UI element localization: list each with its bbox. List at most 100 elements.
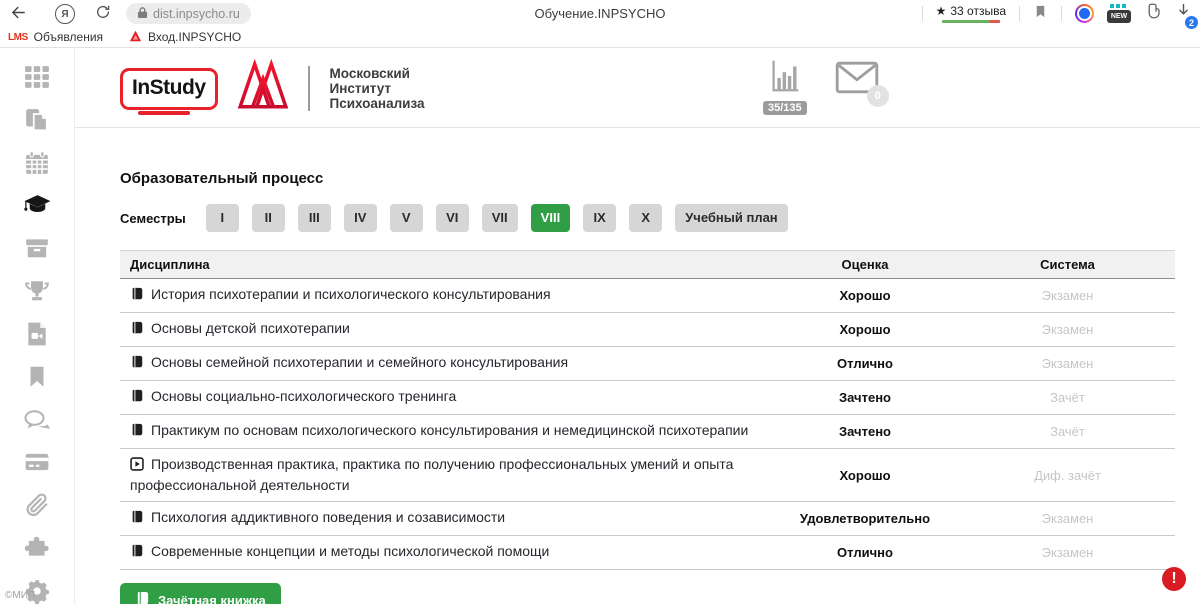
archive-box-icon[interactable] <box>24 235 51 262</box>
downloads-badge: 2 <box>1185 16 1198 29</box>
mip-triangle-favicon <box>129 30 142 45</box>
bookmark-inpsycho[interactable]: Вход.INPSYCHO <box>129 30 241 45</box>
grade-cell: Удовлетворительно <box>770 502 960 536</box>
book-icon <box>130 390 144 406</box>
col-grade: Оценка <box>770 251 960 279</box>
discipline-cell[interactable]: Основы семейной психотерапии и семейного… <box>120 347 770 381</box>
book-icon <box>130 511 144 527</box>
gradebook-button[interactable]: Зачётная книжка <box>120 583 281 604</box>
extensions-puzzle-icon[interactable] <box>24 534 51 561</box>
error-notification-icon[interactable]: ! <box>1162 567 1186 591</box>
bookmarks-bar: LMS Объявления Вход.INPSYCHO <box>0 27 1200 48</box>
page-tab-title: Обучение.INPSYCHO <box>300 6 900 21</box>
back-icon[interactable] <box>10 4 27 21</box>
bar-chart-icon <box>764 57 806 100</box>
book-icon <box>135 591 150 604</box>
discipline-cell[interactable]: Производственная практика, практика по п… <box>120 449 770 502</box>
institute-name: Московский Институт Психоанализа <box>330 66 425 111</box>
col-discipline: Дисциплина <box>120 251 770 279</box>
education-icon[interactable] <box>24 192 51 219</box>
table-row: Основы социально-психологического тренин… <box>120 381 1175 415</box>
progress-stats-button[interactable]: 35/135 <box>763 57 807 115</box>
site-header: InStudy Мос <box>75 48 1200 128</box>
table-row: История психотерапии и психологического … <box>120 279 1175 313</box>
glove-icon[interactable] <box>1144 2 1162 25</box>
awards-trophy-icon[interactable] <box>24 278 51 305</box>
messages-icon[interactable] <box>24 406 51 433</box>
apps-grid-icon[interactable] <box>24 64 51 91</box>
instudy-logo[interactable]: InStudy <box>120 68 218 110</box>
book-icon <box>130 322 144 338</box>
grade-cell: Зачтено <box>770 415 960 449</box>
discipline-cell[interactable]: История психотерапии и психологического … <box>120 279 770 313</box>
system-cell: Зачёт <box>960 415 1175 449</box>
tab-curriculum[interactable]: Учебный план <box>675 204 787 232</box>
sidebar-copyright: ©МИП <box>5 590 35 601</box>
toolbar-right-cluster: ★ 33 отзыва NEW 2 <box>922 2 1192 25</box>
discipline-cell[interactable]: Психология аддиктивного поведения и соза… <box>120 502 770 536</box>
video-icon <box>130 458 144 474</box>
separator <box>1061 6 1062 21</box>
grade-cell: Зачтено <box>770 381 960 415</box>
header-logos: InStudy Мос <box>120 59 425 118</box>
calendar-icon[interactable] <box>24 150 51 177</box>
header-stats: 35/135 0 <box>763 57 879 115</box>
yandex-icon[interactable]: Я <box>55 4 75 24</box>
tab-semester-4[interactable]: IV <box>344 204 377 232</box>
separator <box>922 6 923 21</box>
tab-semester-6[interactable]: VI <box>436 204 469 232</box>
table-row: Психология аддиктивного поведения и соза… <box>120 502 1175 536</box>
tab-semester-3[interactable]: III <box>298 204 331 232</box>
video-materials-icon[interactable] <box>24 321 51 348</box>
system-cell: Диф. зачёт <box>960 449 1175 502</box>
new-badge-icon[interactable]: NEW <box>1107 4 1131 23</box>
table-row: Практикум по основам психологического ко… <box>120 415 1175 449</box>
book-icon <box>130 356 144 372</box>
table-header-row: Дисциплина Оценка Система <box>120 251 1175 279</box>
tab-semester-8[interactable]: VIII <box>531 204 571 232</box>
system-cell: Экзамен <box>960 279 1175 313</box>
system-cell: Зачёт <box>960 381 1175 415</box>
mip-triangles-logo[interactable] <box>238 59 288 118</box>
address-bar[interactable]: dist.inpsycho.ru <box>126 3 251 24</box>
lock-icon <box>137 6 148 22</box>
tab-semester-1[interactable]: I <box>206 204 239 232</box>
messages-badge: 0 <box>867 85 889 107</box>
tab-semester-10[interactable]: X <box>629 204 662 232</box>
attachments-paperclip-icon[interactable] <box>24 492 51 519</box>
bookmark-flag-icon[interactable] <box>1033 3 1048 25</box>
tab-semester-9[interactable]: IX <box>583 204 616 232</box>
semester-tabs: Семестры I II III IV V VI VII VIII IX X … <box>120 204 1175 232</box>
lms-favicon: LMS <box>8 32 28 43</box>
table-row: Современные концепции и методы психологи… <box>120 536 1175 570</box>
tab-semester-5[interactable]: V <box>390 204 423 232</box>
discipline-cell[interactable]: Основы детской психотерапии <box>120 313 770 347</box>
discipline-cell[interactable]: Современные концепции и методы психологи… <box>120 536 770 570</box>
browser-toolbar: Я dist.inpsycho.ru Обучение.INPSYCHO ★ 3… <box>0 0 1200 27</box>
content: Образовательный процесс Семестры I II II… <box>75 170 1200 604</box>
site-rating-button[interactable]: ★ 33 отзыва <box>936 4 1006 23</box>
messages-envelope-button[interactable]: 0 <box>835 61 879 99</box>
tab-semester-2[interactable]: II <box>252 204 285 232</box>
progress-badge: 35/135 <box>763 101 807 115</box>
main-area: InStudy Мос <box>75 48 1200 604</box>
bookmark-lms[interactable]: LMS Объявления <box>8 30 103 44</box>
refresh-icon[interactable] <box>95 4 111 20</box>
discipline-cell[interactable]: Основы социально-психологического тренин… <box>120 381 770 415</box>
discipline-cell[interactable]: Практикум по основам психологического ко… <box>120 415 770 449</box>
tab-semester-7[interactable]: VII <box>482 204 518 232</box>
star-icon: ★ <box>936 4 947 18</box>
table-row: Основы семейной психотерапии и семейного… <box>120 347 1175 381</box>
logo-divider <box>308 66 310 111</box>
browser-circle-icon[interactable] <box>1075 4 1094 23</box>
payments-card-icon[interactable] <box>24 449 51 476</box>
documents-icon[interactable] <box>24 107 51 134</box>
disciplines-table: Дисциплина Оценка Система История психот… <box>120 250 1175 570</box>
semesters-label: Семестры <box>120 211 186 226</box>
book-icon <box>130 424 144 440</box>
col-system: Система <box>960 251 1175 279</box>
downloads-button[interactable]: 2 <box>1175 2 1192 25</box>
book-icon <box>130 288 144 304</box>
table-row: Производственная практика, практика по п… <box>120 449 1175 502</box>
bookmarks-icon[interactable] <box>24 363 51 390</box>
